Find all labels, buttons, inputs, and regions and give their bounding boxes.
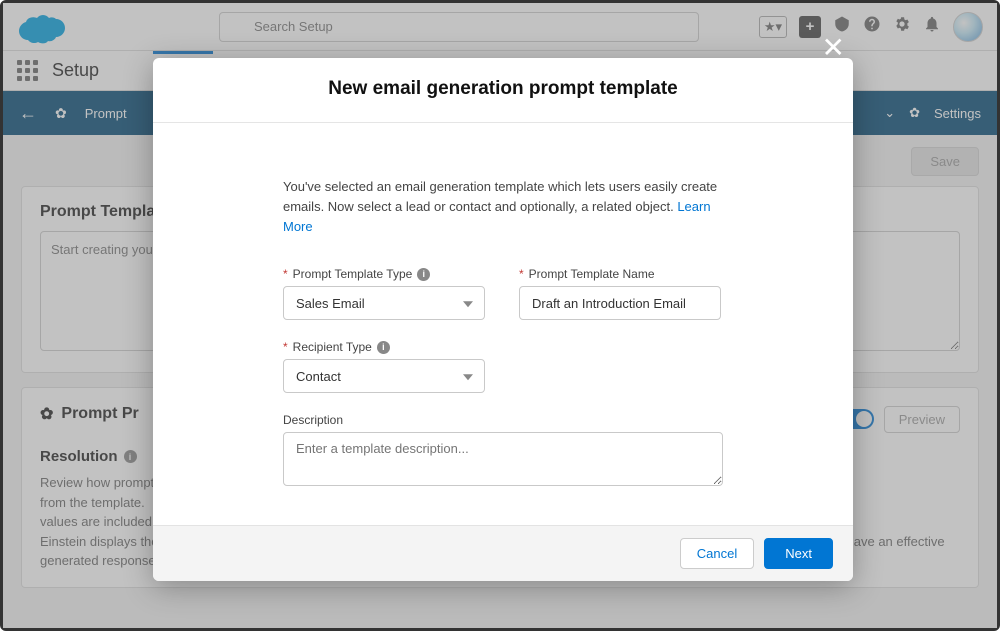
description-label: Description xyxy=(283,413,343,427)
template-type-select[interactable]: Sales Email xyxy=(283,286,485,320)
close-icon[interactable]: ✕ xyxy=(822,31,845,64)
name-label: Prompt Template Name xyxy=(529,267,655,281)
modal-intro: You've selected an email generation temp… xyxy=(283,177,723,237)
recipient-type-select[interactable]: Contact xyxy=(283,359,485,393)
type-label: Prompt Template Type xyxy=(293,267,413,281)
info-icon[interactable]: i xyxy=(417,268,430,281)
description-textarea[interactable] xyxy=(283,432,723,486)
required-indicator: * xyxy=(283,267,288,281)
modal-title: New email generation prompt template xyxy=(173,78,833,100)
recipient-label: Recipient Type xyxy=(293,340,372,354)
required-indicator: * xyxy=(283,340,288,354)
cancel-button[interactable]: Cancel xyxy=(680,538,754,569)
info-icon[interactable]: i xyxy=(377,341,390,354)
template-name-input[interactable] xyxy=(519,286,721,320)
next-button[interactable]: Next xyxy=(764,538,833,569)
required-indicator: * xyxy=(519,267,524,281)
new-template-modal: New email generation prompt template You… xyxy=(153,58,853,581)
